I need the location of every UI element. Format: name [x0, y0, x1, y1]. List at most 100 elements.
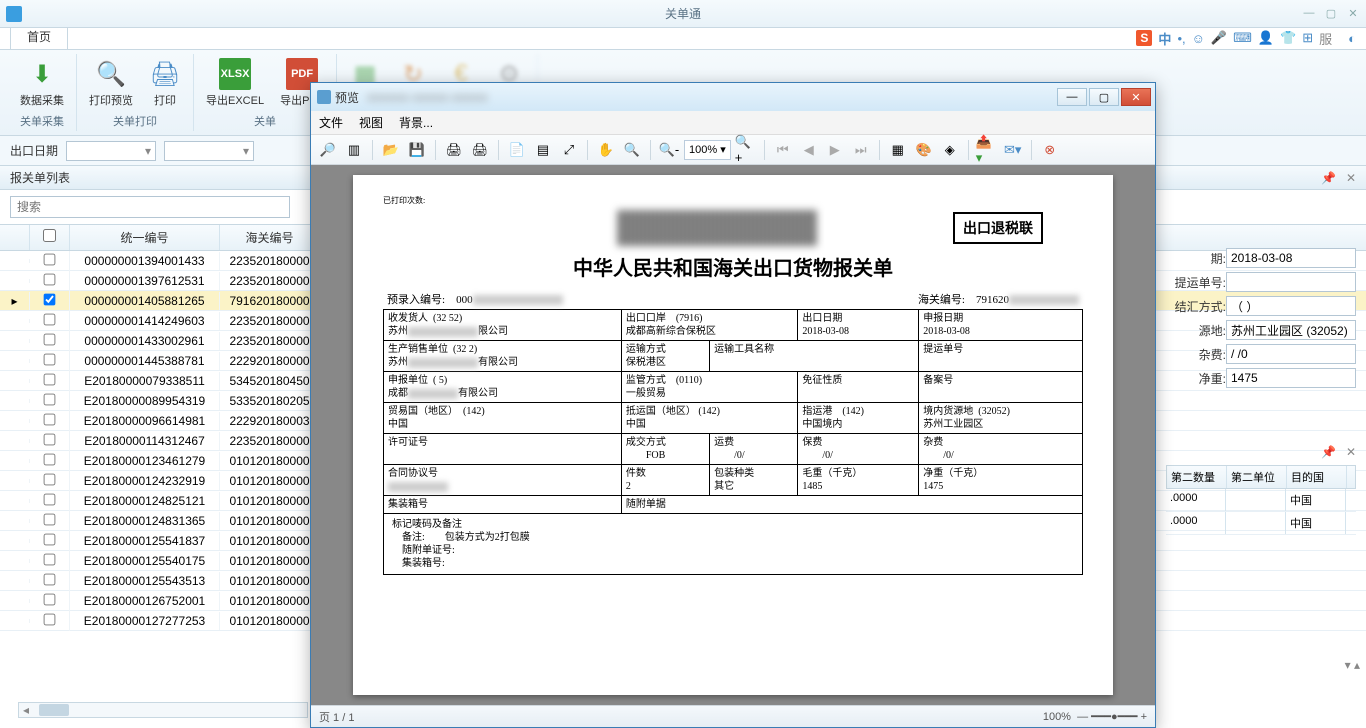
row-checkbox[interactable] [44, 453, 56, 465]
preview-titlebar[interactable]: 预览 xxxxxxx xxxxxx xxxxxx — ▢ ✕ [311, 83, 1155, 111]
date-to-input[interactable]: ▾ [164, 141, 254, 161]
detail-misc[interactable]: / /0 [1226, 344, 1356, 364]
row-checkbox[interactable] [44, 293, 56, 305]
print-button[interactable]: 🖨 打印 [145, 56, 185, 110]
print-preview-button[interactable]: 🔍 打印预览 [85, 56, 137, 110]
email-icon[interactable]: ✉▾ [1002, 139, 1024, 161]
hand-icon[interactable]: ✋ [595, 139, 617, 161]
pin-icon[interactable]: 📌 [1321, 445, 1336, 465]
ime-mic-icon[interactable]: 🎤 [1211, 30, 1227, 46]
print-icon[interactable]: 🖨 [443, 139, 465, 161]
open-icon[interactable]: 📂 [380, 139, 402, 161]
detail-date[interactable]: 2018-03-08 [1226, 248, 1356, 268]
export-icon[interactable]: 📤▾ [976, 139, 998, 161]
preview-menubar: 文件 视图 背景... [311, 111, 1155, 135]
detail-bl[interactable] [1226, 272, 1356, 292]
ime-lang[interactable]: 中 [1158, 29, 1171, 48]
list-panel-title: 报关单列表 [10, 169, 70, 186]
row-checkbox[interactable] [44, 333, 56, 345]
table-row[interactable]: .0000中国 [1166, 512, 1356, 535]
row-checkbox[interactable] [44, 553, 56, 565]
col-unified-id[interactable]: 统一编号 [70, 225, 220, 250]
chevron-down-icon[interactable]: ▾ ▴ [1345, 658, 1360, 672]
thumbnail-icon[interactable]: ▥ [343, 139, 365, 161]
row-checkbox[interactable] [44, 433, 56, 445]
row-checkbox[interactable] [44, 373, 56, 385]
search-input[interactable] [10, 196, 290, 218]
col-check[interactable] [30, 225, 70, 250]
menu-bg[interactable]: 背景... [399, 114, 433, 131]
ime-emoji-icon[interactable]: ☺ [1192, 31, 1205, 46]
app-icon [6, 6, 22, 22]
detail-net[interactable]: 1475 [1226, 368, 1356, 388]
panel-close-icon[interactable]: ✕ [1346, 171, 1356, 185]
col-customs-id[interactable]: 海关编号 [220, 225, 320, 250]
preview-maximize-button[interactable]: ▢ [1089, 88, 1119, 106]
minimize-button[interactable]: — [1300, 7, 1318, 21]
preview-minimize-button[interactable]: — [1057, 88, 1087, 106]
row-checkbox[interactable] [44, 533, 56, 545]
header-icon[interactable]: ▤ [532, 139, 554, 161]
row-checkbox[interactable] [44, 253, 56, 265]
row-checkbox[interactable] [44, 273, 56, 285]
watermark-icon[interactable]: ◈ [939, 139, 961, 161]
close-icon[interactable]: ✕ [1346, 445, 1356, 465]
row-checkbox[interactable] [44, 353, 56, 365]
row-checkbox[interactable] [44, 413, 56, 425]
horizontal-scrollbar[interactable]: ◂ [18, 702, 308, 718]
menu-file[interactable]: 文件 [319, 114, 343, 131]
scale-icon[interactable]: ⤢ [558, 139, 580, 161]
preview-statusbar: 页 1 / 1 100% — ━━━●━━━ + [311, 705, 1155, 727]
ribbon-group-collect: ⬇ 数据采集 关单采集 [8, 54, 77, 131]
maximize-button[interactable]: ▢ [1322, 7, 1340, 21]
preview-close-button[interactable]: ✕ [1121, 88, 1151, 106]
right-subgrid: 📌✕ 第二数量 第二单位 目的国 .0000中国 .0000中国 [1166, 445, 1356, 535]
row-checkbox[interactable] [44, 393, 56, 405]
preview-window: 预览 xxxxxxx xxxxxx xxxxxx — ▢ ✕ 文件 视图 背景.… [310, 82, 1156, 728]
magnifier-icon[interactable]: 🔍 [621, 139, 643, 161]
ime-help-icon[interactable]: ◐ [1348, 31, 1356, 46]
date-from-input[interactable]: ▾ [66, 141, 156, 161]
pagesetup-icon[interactable]: 📄 [506, 139, 528, 161]
row-checkbox[interactable] [44, 573, 56, 585]
ime-text-icon[interactable]: 服 [1319, 29, 1332, 48]
last-page-icon[interactable]: ⏭ [850, 139, 872, 161]
row-checkbox[interactable] [44, 593, 56, 605]
ime-keyboard-icon[interactable]: ⌨ [1233, 30, 1252, 46]
row-checkbox[interactable] [44, 493, 56, 505]
menu-view[interactable]: 视图 [359, 114, 383, 131]
multipage-icon[interactable]: ▦ [887, 139, 909, 161]
row-checkbox[interactable] [44, 613, 56, 625]
export-excel-button[interactable]: XLSX 导出EXCEL [202, 56, 268, 110]
row-checkbox[interactable] [44, 473, 56, 485]
close-preview-icon[interactable]: ⊗ [1039, 139, 1061, 161]
data-collect-button[interactable]: ⬇ 数据采集 [16, 56, 68, 110]
row-checkbox[interactable] [44, 513, 56, 525]
first-page-icon[interactable]: ⏮ [772, 139, 794, 161]
status-page: 页 1 / 1 [319, 709, 354, 725]
tax-refund-tag: 出口退税联 [953, 212, 1043, 244]
zoomin-icon[interactable]: 🔍+ [735, 139, 757, 161]
zoom-combo[interactable]: 100% ▾ [684, 140, 731, 160]
barcode [618, 210, 818, 246]
row-checkbox[interactable] [44, 313, 56, 325]
ime-tool-icon[interactable]: ⊞ [1302, 30, 1313, 46]
pin-icon[interactable]: 📌 [1321, 171, 1336, 185]
xlsx-icon: XLSX [219, 58, 251, 90]
binoculars-icon[interactable]: 🔎 [317, 139, 339, 161]
table-row[interactable]: .0000中国 [1166, 489, 1356, 512]
preview-viewport[interactable]: 已打印次数: 出口退税联 中华人民共和国海关出口货物报关单 预录入编号: 000… [311, 165, 1155, 705]
detail-origin[interactable]: 苏州工业园区 (32052) [1226, 320, 1356, 340]
ime-logo-icon[interactable]: S [1136, 30, 1152, 46]
close-button[interactable]: ✕ [1344, 7, 1362, 21]
quickprint-icon[interactable]: 🖨 [469, 139, 491, 161]
bgcolor-icon[interactable]: 🎨 [913, 139, 935, 161]
save-icon[interactable]: 💾 [406, 139, 428, 161]
detail-settle[interactable]: （ ） [1226, 296, 1356, 316]
zoomout-icon[interactable]: 🔍- [658, 139, 680, 161]
ime-punct-icon[interactable]: •, [1177, 31, 1185, 46]
prev-page-icon[interactable]: ◀ [798, 139, 820, 161]
ime-skin-icon[interactable]: 👕 [1280, 30, 1296, 46]
ime-user-icon[interactable]: 👤 [1258, 30, 1274, 46]
next-page-icon[interactable]: ▶ [824, 139, 846, 161]
